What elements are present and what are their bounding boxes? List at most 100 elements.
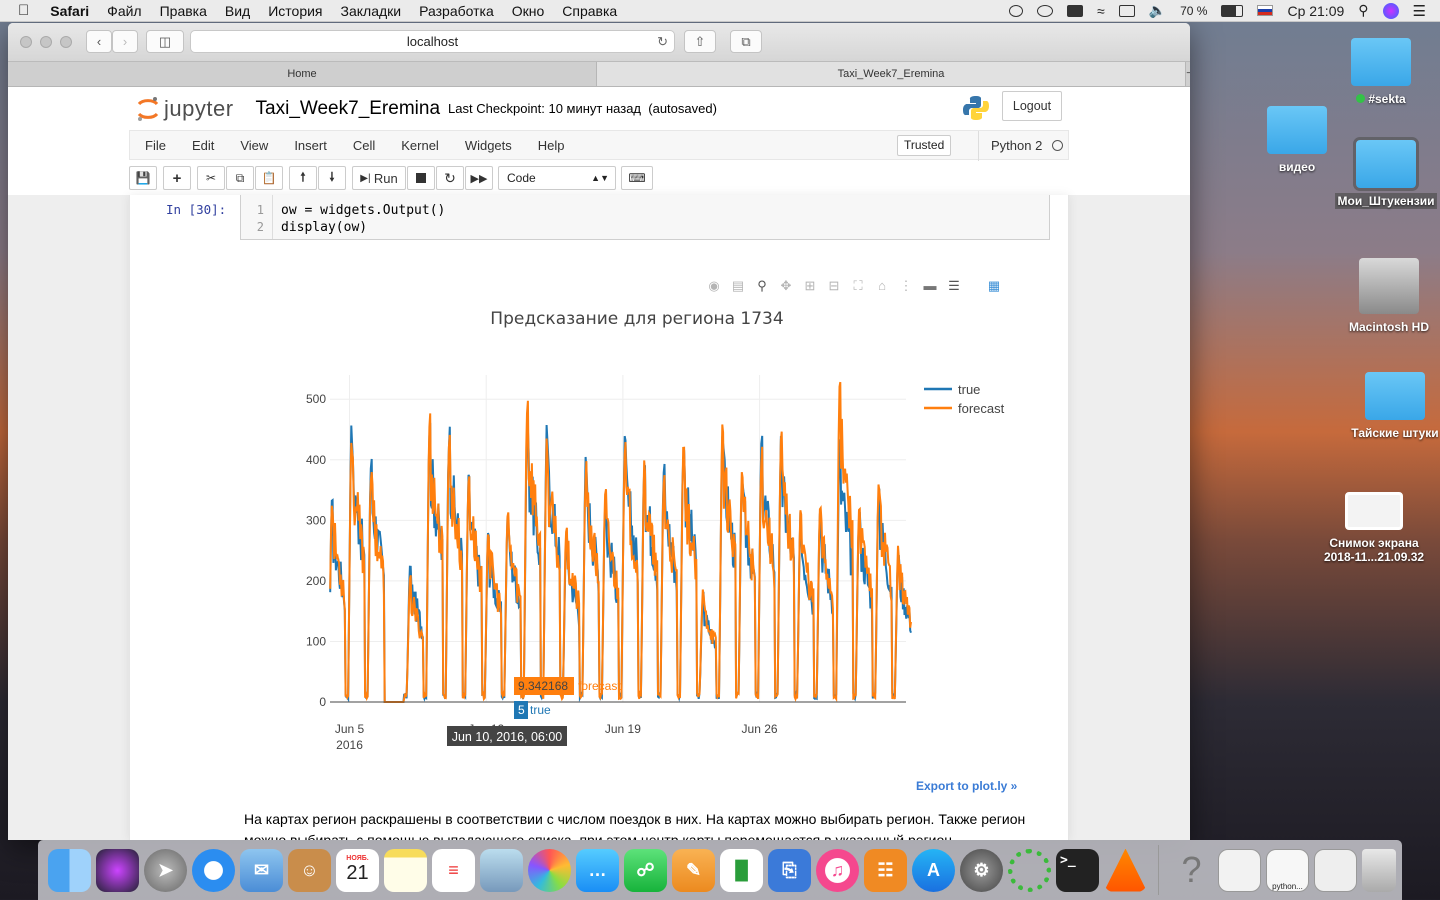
dock-notes-icon[interactable]	[384, 848, 427, 892]
legend-label-forecast[interactable]: forecast	[958, 401, 1005, 416]
jmenu-view[interactable]: View	[227, 138, 281, 153]
dock-photos-icon[interactable]	[528, 848, 571, 892]
memory-icon[interactable]	[1066, 4, 1083, 17]
creative-cloud-icon[interactable]	[1036, 4, 1053, 17]
desktop-folder-moi[interactable]: Мои_Штукензии	[1330, 137, 1440, 209]
tabs-overview-button[interactable]: ⧉	[730, 30, 762, 53]
battery-icon[interactable]	[1221, 4, 1244, 17]
insert-cell-button[interactable]: +	[163, 166, 191, 190]
cell-type-select[interactable]: Code ▲▼	[498, 166, 616, 190]
dock-finder-icon[interactable]	[48, 848, 91, 892]
dock-numbers-icon[interactable]: ▐▌	[720, 848, 763, 892]
dock-contacts-icon[interactable]: ☺	[288, 848, 331, 892]
dock-system-preferences-icon[interactable]: ⚙	[960, 848, 1003, 892]
legend-label-true[interactable]: true	[958, 382, 980, 397]
tab-notebook[interactable]: Taxi_Week7_Eremina	[597, 62, 1186, 86]
dock-window-thumb-python[interactable]: python...	[1266, 848, 1309, 892]
dock-spinner-icon[interactable]	[1008, 848, 1051, 892]
dock-calendar-icon[interactable]: НОЯБ. 21	[336, 848, 379, 892]
dock-help-icon[interactable]: ?	[1170, 849, 1213, 892]
move-down-button[interactable]: 🠗	[318, 166, 346, 190]
menu-file[interactable]: Файл	[98, 3, 150, 19]
trusted-badge[interactable]: Trusted	[897, 135, 952, 156]
jmenu-file[interactable]: File	[130, 138, 179, 153]
dock-window-thumb-3[interactable]	[1314, 848, 1357, 892]
desktop-screenshot[interactable]: Снимок экрана 2018-11...21.09.32	[1318, 492, 1430, 564]
dock-app-store-icon[interactable]: A	[912, 848, 955, 892]
restart-button[interactable]: ↻	[436, 166, 464, 190]
series-line-forecast[interactable]	[329, 381, 912, 703]
menu-edit[interactable]: Правка	[151, 3, 216, 19]
export-to-plotly-link[interactable]: Export to plot.ly »	[916, 779, 1017, 793]
sidebar-toggle-button[interactable]: ◫	[146, 30, 184, 53]
dock-siri-icon[interactable]	[96, 848, 139, 892]
desktop-macintosh-hd[interactable]: Macintosh HD	[1334, 258, 1440, 334]
airplay-icon[interactable]	[1118, 4, 1135, 17]
dock-pages-icon[interactable]: ✎	[672, 848, 715, 892]
dock-itunes-icon[interactable]: ♫	[816, 848, 859, 892]
reload-icon[interactable]: ↻	[657, 31, 668, 52]
apple-icon[interactable]: 	[0, 2, 41, 19]
jmenu-insert[interactable]: Insert	[281, 138, 340, 153]
address-bar[interactable]: localhost ↻	[190, 30, 675, 53]
menu-window[interactable]: Окно	[503, 3, 554, 19]
back-button[interactable]: ‹	[86, 30, 112, 53]
volume-icon[interactable]: 🔈	[1149, 2, 1166, 19]
dock-ibooks-icon[interactable]: ☷	[864, 848, 907, 892]
dock-mail-icon[interactable]: ✉	[240, 848, 283, 892]
jmenu-edit[interactable]: Edit	[179, 138, 227, 153]
command-palette-button[interactable]: ⌨	[621, 166, 653, 190]
dock-reminders-icon[interactable]: ≡	[432, 848, 475, 892]
kernel-name[interactable]: Python 2	[978, 131, 1042, 161]
jmenu-cell[interactable]: Cell	[340, 138, 388, 153]
minimize-window-icon[interactable]	[40, 36, 52, 48]
menu-help[interactable]: Справка	[553, 3, 626, 19]
interrupt-button[interactable]	[407, 166, 435, 190]
move-up-button[interactable]: 🠕	[289, 166, 317, 190]
copy-button[interactable]: ⧉	[226, 166, 254, 190]
dock-terminal-icon[interactable]: >_	[1056, 848, 1099, 892]
legend[interactable]: true forecast	[924, 382, 1005, 416]
dropbox-icon[interactable]	[1008, 4, 1023, 17]
jmenu-widgets[interactable]: Widgets	[452, 138, 525, 153]
dock-facetime-icon[interactable]: ☍	[624, 848, 667, 892]
jmenu-kernel[interactable]: Kernel	[388, 138, 452, 153]
desktop-folder-sekta[interactable]: #sekta	[1326, 38, 1436, 106]
restart-run-all-button[interactable]: ▶▶	[465, 166, 493, 190]
clock[interactable]: Ср 21:09	[1287, 3, 1344, 19]
input-source-flag-icon[interactable]	[1257, 5, 1274, 16]
paste-button[interactable]: 📋	[255, 166, 283, 190]
dock-launchpad-icon[interactable]: ➤	[144, 848, 187, 892]
dock-trash-icon[interactable]	[1362, 848, 1396, 892]
notebook-name[interactable]: Taxi_Week7_Eremina	[256, 98, 440, 120]
y-tick-label: 400	[306, 453, 326, 467]
new-tab-button[interactable]: +	[1186, 62, 1190, 86]
menu-view[interactable]: Вид	[216, 3, 259, 19]
spotlight-icon[interactable]: ⚲	[1358, 2, 1368, 19]
dock-safari-icon[interactable]	[192, 848, 235, 892]
dock-preview-icon[interactable]	[480, 848, 523, 892]
share-button[interactable]: ⇧	[684, 30, 716, 53]
menu-app-safari[interactable]: Safari	[41, 3, 98, 19]
menu-bookmarks[interactable]: Закладки	[332, 3, 411, 19]
siri-icon[interactable]	[1382, 2, 1399, 19]
desktop-folder-thai[interactable]: Тайские штуки	[1340, 372, 1440, 440]
forward-button[interactable]: ›	[112, 30, 138, 53]
logout-button[interactable]: Logout	[1002, 91, 1062, 121]
zoom-window-icon[interactable]	[60, 36, 72, 48]
jupyter-logo[interactable]: jupyter	[136, 95, 234, 123]
wifi-icon[interactable]: ≈	[1097, 3, 1105, 19]
tab-home[interactable]: Home	[8, 62, 597, 86]
notification-center-icon[interactable]: ☰	[1413, 2, 1426, 20]
dock-keynote-icon[interactable]: ⎘	[768, 848, 811, 892]
run-button[interactable]: ▶| Run	[352, 166, 406, 190]
dock-messages-icon[interactable]: …	[576, 848, 619, 892]
close-window-icon[interactable]	[20, 36, 32, 48]
menu-develop[interactable]: Разработка	[410, 3, 503, 19]
menu-history[interactable]: История	[259, 3, 331, 19]
dock-vlc-icon[interactable]	[1104, 848, 1147, 892]
save-button[interactable]: 💾	[129, 166, 157, 190]
jmenu-help[interactable]: Help	[525, 138, 578, 153]
dock-window-thumb-1[interactable]	[1218, 848, 1261, 892]
cut-button[interactable]: ✂	[197, 166, 225, 190]
